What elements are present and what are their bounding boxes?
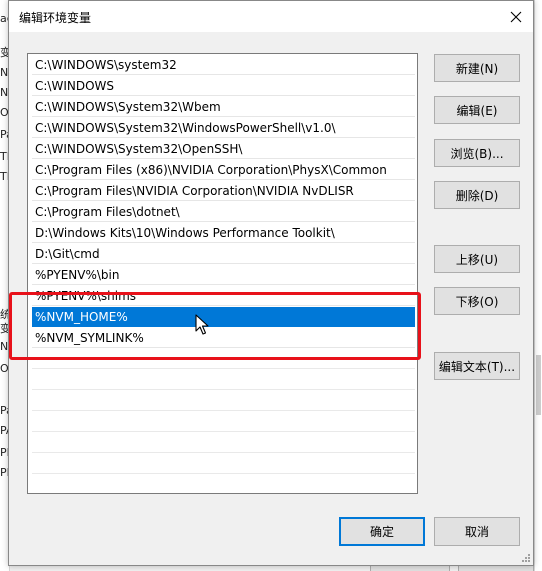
path-list-item[interactable]: %PYENV%\bin <box>32 265 415 285</box>
edit-text-button[interactable]: 编辑文本(T)... <box>434 352 520 380</box>
edit-button[interactable]: 编辑(E) <box>434 96 520 124</box>
path-list-item[interactable]: D:\Git\cmd <box>32 244 415 264</box>
browse-button[interactable]: 浏览(B)... <box>434 139 520 167</box>
move-down-button[interactable]: 下移(O) <box>434 287 520 315</box>
delete-button[interactable]: 删除(D) <box>434 181 520 209</box>
path-list-item[interactable]: %NVM_SYMLINK% <box>32 328 415 348</box>
close-icon <box>510 11 522 22</box>
empty-list-row[interactable] <box>32 391 415 411</box>
empty-list-row[interactable] <box>32 454 415 474</box>
new-button[interactable]: 新建(N) <box>434 54 520 82</box>
path-list-item[interactable]: C:\WINDOWS\system32 <box>32 55 415 75</box>
dialog-title: 编辑环境变量 <box>19 11 92 25</box>
path-list-item[interactable]: C:\Program Files\NVIDIA Corporation\NVID… <box>32 181 415 201</box>
path-list-item[interactable]: C:\WINDOWS <box>32 76 415 96</box>
empty-list-row[interactable] <box>32 412 415 432</box>
edit-env-variable-dialog: 编辑环境变量 C:\WINDOWS\system32 C:\WINDOWS C:\W… <box>8 0 534 566</box>
path-list-item[interactable]: C:\Program Files (x86)\NVIDIA Corporatio… <box>32 160 415 180</box>
ok-button[interactable]: 确定 <box>339 517 425 546</box>
background-scrollbar-thumb[interactable] <box>536 355 541 415</box>
path-list-item[interactable]: %PYENV%\shims <box>32 286 415 306</box>
path-list-item[interactable]: C:\WINDOWS\System32\Wbem <box>32 97 415 117</box>
background-window-right-edge <box>534 0 542 571</box>
path-list[interactable]: C:\WINDOWS\system32 C:\WINDOWS C:\WINDOWS\… <box>27 53 418 494</box>
path-list-item[interactable]: D:\Windows Kits\10\Windows Performance T… <box>32 223 415 243</box>
path-list-item[interactable]: C:\WINDOWS\System32\WindowsPowerShell\v1… <box>32 118 415 138</box>
path-list-item[interactable]: C:\Program Files\dotnet\ <box>32 202 415 222</box>
empty-list-row[interactable] <box>32 370 415 390</box>
move-up-button[interactable]: 上移(U) <box>434 245 520 273</box>
cancel-button[interactable]: 取消 <box>434 517 520 546</box>
empty-list-row[interactable] <box>32 433 415 453</box>
title-bar[interactable]: 编辑环境变量 <box>9 1 533 32</box>
empty-list-row[interactable] <box>32 349 415 369</box>
path-list-item[interactable]: C:\WINDOWS\System32\OpenSSH\ <box>32 139 415 159</box>
close-button[interactable] <box>499 1 533 32</box>
resize-grip-icon[interactable] <box>520 552 530 562</box>
path-list-item[interactable]: %NVM_HOME% <box>32 307 415 327</box>
